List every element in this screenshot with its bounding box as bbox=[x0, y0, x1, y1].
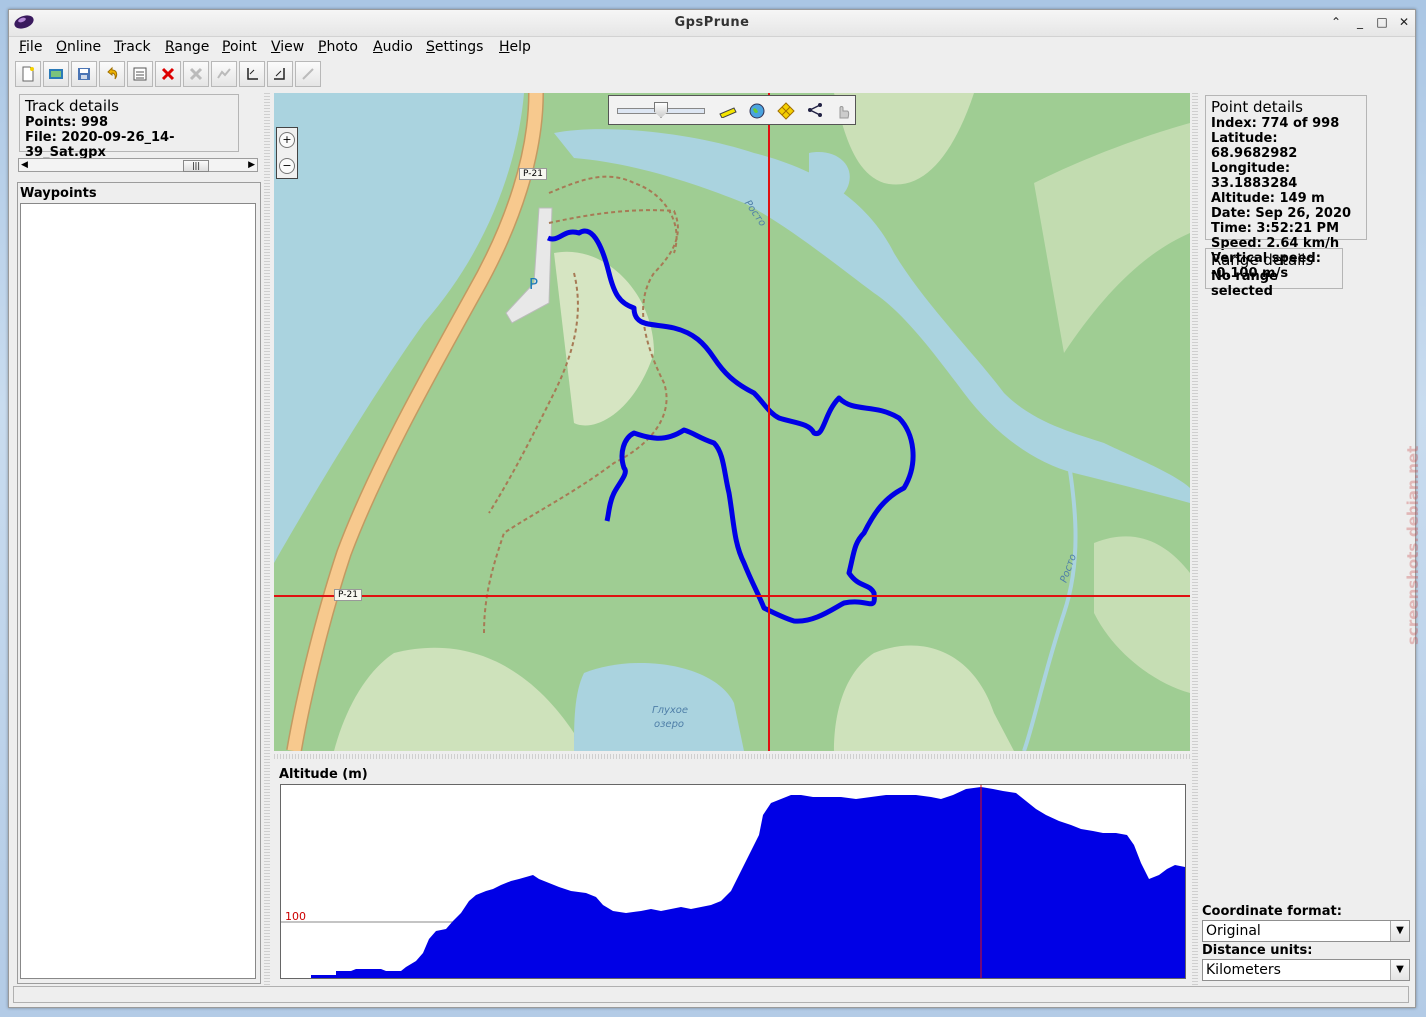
range-details-box: Range details No range selected bbox=[1205, 248, 1343, 299]
status-bar bbox=[13, 986, 1409, 1003]
track-details-title: Track details bbox=[25, 97, 119, 115]
scroll-left-icon[interactable]: ◀ bbox=[21, 160, 28, 170]
open-button[interactable] bbox=[43, 61, 69, 87]
range-start-button[interactable] bbox=[239, 61, 265, 87]
map-view[interactable]: P-21 P-21 Росто Росто Глухое озеро P + − bbox=[274, 93, 1190, 751]
undo-button[interactable] bbox=[99, 61, 125, 87]
edit-icon bbox=[133, 67, 147, 81]
waypoints-panel: Waypoints bbox=[17, 182, 261, 984]
coord-format-label: Coordinate format: bbox=[1202, 904, 1342, 919]
undo-icon bbox=[107, 66, 118, 80]
point-date: Date: Sep 26, 2020 bbox=[1211, 206, 1352, 221]
app-window: GpsPrune ⌃ _ □ ✕ File Online Track Range… bbox=[8, 9, 1416, 1008]
point-index: Index: 774 of 998 bbox=[1211, 116, 1340, 131]
slider-thumb[interactable] bbox=[654, 102, 668, 118]
menu-settings[interactable]: Settings bbox=[426, 39, 483, 55]
map-toolbar bbox=[608, 95, 856, 125]
connect-button[interactable] bbox=[295, 61, 321, 87]
zoom-in-button[interactable]: + bbox=[279, 132, 295, 148]
minimize-button[interactable]: _ bbox=[1351, 13, 1369, 31]
right-splitter[interactable] bbox=[1192, 93, 1198, 985]
scale-icon[interactable] bbox=[719, 104, 737, 118]
track-scrollbar[interactable]: ◀ ||| ▶ bbox=[18, 158, 258, 172]
autopan-icon[interactable] bbox=[777, 102, 795, 120]
save-icon bbox=[78, 68, 90, 80]
new-button[interactable] bbox=[15, 61, 41, 87]
point-details-title: Point details bbox=[1211, 98, 1303, 116]
point-altitude: Altitude: 149 m bbox=[1211, 191, 1325, 206]
left-splitter[interactable] bbox=[264, 93, 270, 985]
distance-units-label: Distance units: bbox=[1202, 943, 1313, 958]
edit-mode-icon[interactable] bbox=[835, 102, 851, 120]
parking-label: P bbox=[529, 275, 539, 293]
menu-help[interactable]: Help bbox=[499, 39, 531, 55]
map-splitter[interactable] bbox=[274, 754, 1190, 759]
menu-bar: File Online Track Range Point View Photo… bbox=[9, 37, 1415, 59]
compress-button[interactable] bbox=[211, 61, 237, 87]
altitude-label: Altitude (m) bbox=[279, 767, 368, 782]
menu-file[interactable]: File bbox=[19, 39, 42, 55]
range-details-value: No range selected bbox=[1211, 269, 1278, 299]
delete-disabled-icon bbox=[189, 67, 203, 81]
chevron-down-icon[interactable]: ▼ bbox=[1390, 921, 1409, 941]
open-icon bbox=[49, 69, 63, 79]
connect-points-icon[interactable] bbox=[807, 102, 823, 118]
distance-units-value: Kilometers bbox=[1206, 962, 1281, 978]
menu-view[interactable]: View bbox=[271, 39, 304, 55]
range-start-icon bbox=[247, 68, 258, 80]
distance-units-select[interactable]: Kilometers ▼ bbox=[1202, 959, 1410, 981]
point-longitude: Longitude: 33.1883284 bbox=[1211, 161, 1298, 191]
scroll-right-icon[interactable]: ▶ bbox=[248, 160, 255, 170]
maximize-button[interactable]: □ bbox=[1373, 13, 1391, 31]
save-button[interactable] bbox=[71, 61, 97, 87]
close-button[interactable]: ✕ bbox=[1395, 13, 1413, 31]
menu-range[interactable]: Range bbox=[165, 39, 209, 55]
range-end-button[interactable] bbox=[267, 61, 293, 87]
waypoints-title: Waypoints bbox=[20, 186, 97, 201]
menu-photo[interactable]: Photo bbox=[318, 39, 358, 55]
altitude-profile-area bbox=[311, 787, 1185, 978]
delete-icon bbox=[161, 67, 175, 81]
point-details-box: Point details Index: 774 of 998 Latitude… bbox=[1205, 95, 1367, 281]
map-canvas[interactable] bbox=[274, 93, 1190, 751]
title-bar: GpsPrune ⌃ _ □ ✕ bbox=[9, 10, 1415, 37]
waypoints-list[interactable] bbox=[20, 203, 256, 979]
coord-format-value: Original bbox=[1206, 923, 1261, 939]
connect-icon bbox=[302, 68, 314, 80]
watermark-text: screenshots.debian.net bbox=[1404, 445, 1422, 645]
lake-label: озеро bbox=[654, 719, 685, 730]
compress-icon bbox=[217, 68, 231, 79]
delete-point-button[interactable] bbox=[155, 61, 181, 87]
menu-online[interactable]: Online bbox=[56, 39, 101, 55]
range-end-icon bbox=[274, 68, 285, 80]
track-points: Points: 998 bbox=[25, 115, 108, 130]
track-details-box: Track details Points: 998 File: 2020-09-… bbox=[19, 94, 239, 160]
road-label: P-21 bbox=[334, 589, 362, 601]
chevron-down-icon[interactable]: ▼ bbox=[1390, 960, 1409, 980]
map-globe-icon[interactable] bbox=[749, 103, 765, 119]
edit-button[interactable] bbox=[127, 61, 153, 87]
altitude-tick-100: 100 bbox=[285, 910, 306, 923]
shade-button[interactable]: ⌃ bbox=[1327, 13, 1345, 31]
zoom-control: + − bbox=[276, 127, 298, 179]
altitude-chart[interactable]: 100 bbox=[280, 784, 1186, 979]
menu-point[interactable]: Point bbox=[222, 39, 257, 55]
delete-range-button[interactable] bbox=[183, 61, 209, 87]
altitude-profile-canvas[interactable] bbox=[281, 785, 1185, 978]
scroll-thumb[interactable]: ||| bbox=[183, 160, 209, 172]
lake-label: Глухое bbox=[652, 705, 689, 716]
menu-track[interactable]: Track bbox=[114, 39, 151, 55]
point-latitude: Latitude: 68.9682982 bbox=[1211, 131, 1298, 161]
altitude-panel: Altitude (m) 100 bbox=[274, 762, 1190, 984]
coord-format-select[interactable]: Original ▼ bbox=[1202, 920, 1410, 942]
range-details-title: Range details bbox=[1211, 251, 1314, 269]
toolbar bbox=[15, 61, 335, 89]
window-title: GpsPrune bbox=[674, 15, 750, 30]
track-file: File: 2020-09-26_14-39_Sat.gpx bbox=[25, 130, 175, 160]
new-icon bbox=[22, 66, 34, 82]
zoom-out-button[interactable]: − bbox=[279, 158, 295, 174]
point-time: Time: 3:52:21 PM bbox=[1211, 221, 1340, 236]
menu-audio[interactable]: Audio bbox=[373, 39, 413, 55]
road-label: P-21 bbox=[519, 168, 547, 180]
